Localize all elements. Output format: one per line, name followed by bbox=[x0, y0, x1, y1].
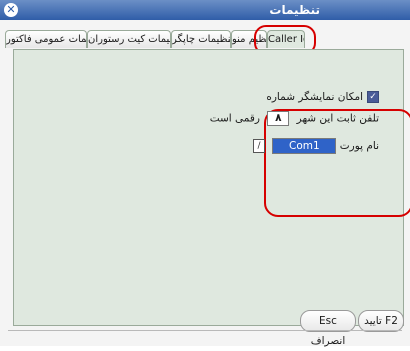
window-body: تنظیمات عمومی فاکتور تنظیمات کیت رستوران… bbox=[0, 20, 410, 347]
port-label: نام پورت bbox=[339, 140, 379, 152]
port-row: نام پورت Com1 / bbox=[251, 138, 379, 154]
city-phone-suffix-label: رقمی است bbox=[209, 112, 260, 125]
title-bar: ✕ تنظیمات bbox=[0, 0, 410, 20]
city-phone-row: تلفن ثابت این شهر ۸ رقمی است bbox=[210, 111, 379, 126]
tab-printer[interactable]: تنظیمات چاپگر bbox=[171, 30, 231, 48]
show-number-label: امکان نمایشگر شماره bbox=[266, 91, 363, 103]
port-picker-icon[interactable]: / bbox=[253, 139, 266, 153]
tab-restaurant-kit[interactable]: تنظیمات کیت رستوران bbox=[87, 30, 171, 48]
close-icon[interactable]: ✕ bbox=[4, 3, 18, 17]
tab-general-invoice[interactable]: تنظیمات عمومی فاکتور bbox=[5, 30, 87, 48]
confirm-button[interactable]: F2 تایید bbox=[358, 310, 404, 332]
cancel-button[interactable]: Esc انصراف bbox=[300, 310, 356, 347]
show-number-checkbox[interactable]: ✓ bbox=[367, 91, 379, 103]
city-phone-digits-input[interactable]: ۸ bbox=[267, 111, 290, 126]
window-title: تنظیمات bbox=[269, 3, 320, 17]
tab-content-pane: ✓ امکان نمایشگر شماره تلفن ثابت این شهر ۸… bbox=[13, 49, 410, 326]
show-number-row: ✓ امکان نمایشگر شماره bbox=[266, 91, 379, 103]
port-select[interactable]: Com1 bbox=[272, 138, 337, 154]
city-phone-prefix-label: تلفن ثابت این شهر bbox=[296, 112, 379, 125]
settings-window: ✕ تنظیمات تنظیمات عمومی فاکتور تنظیمات ک… bbox=[0, 0, 410, 347]
status-bar bbox=[8, 330, 402, 341]
